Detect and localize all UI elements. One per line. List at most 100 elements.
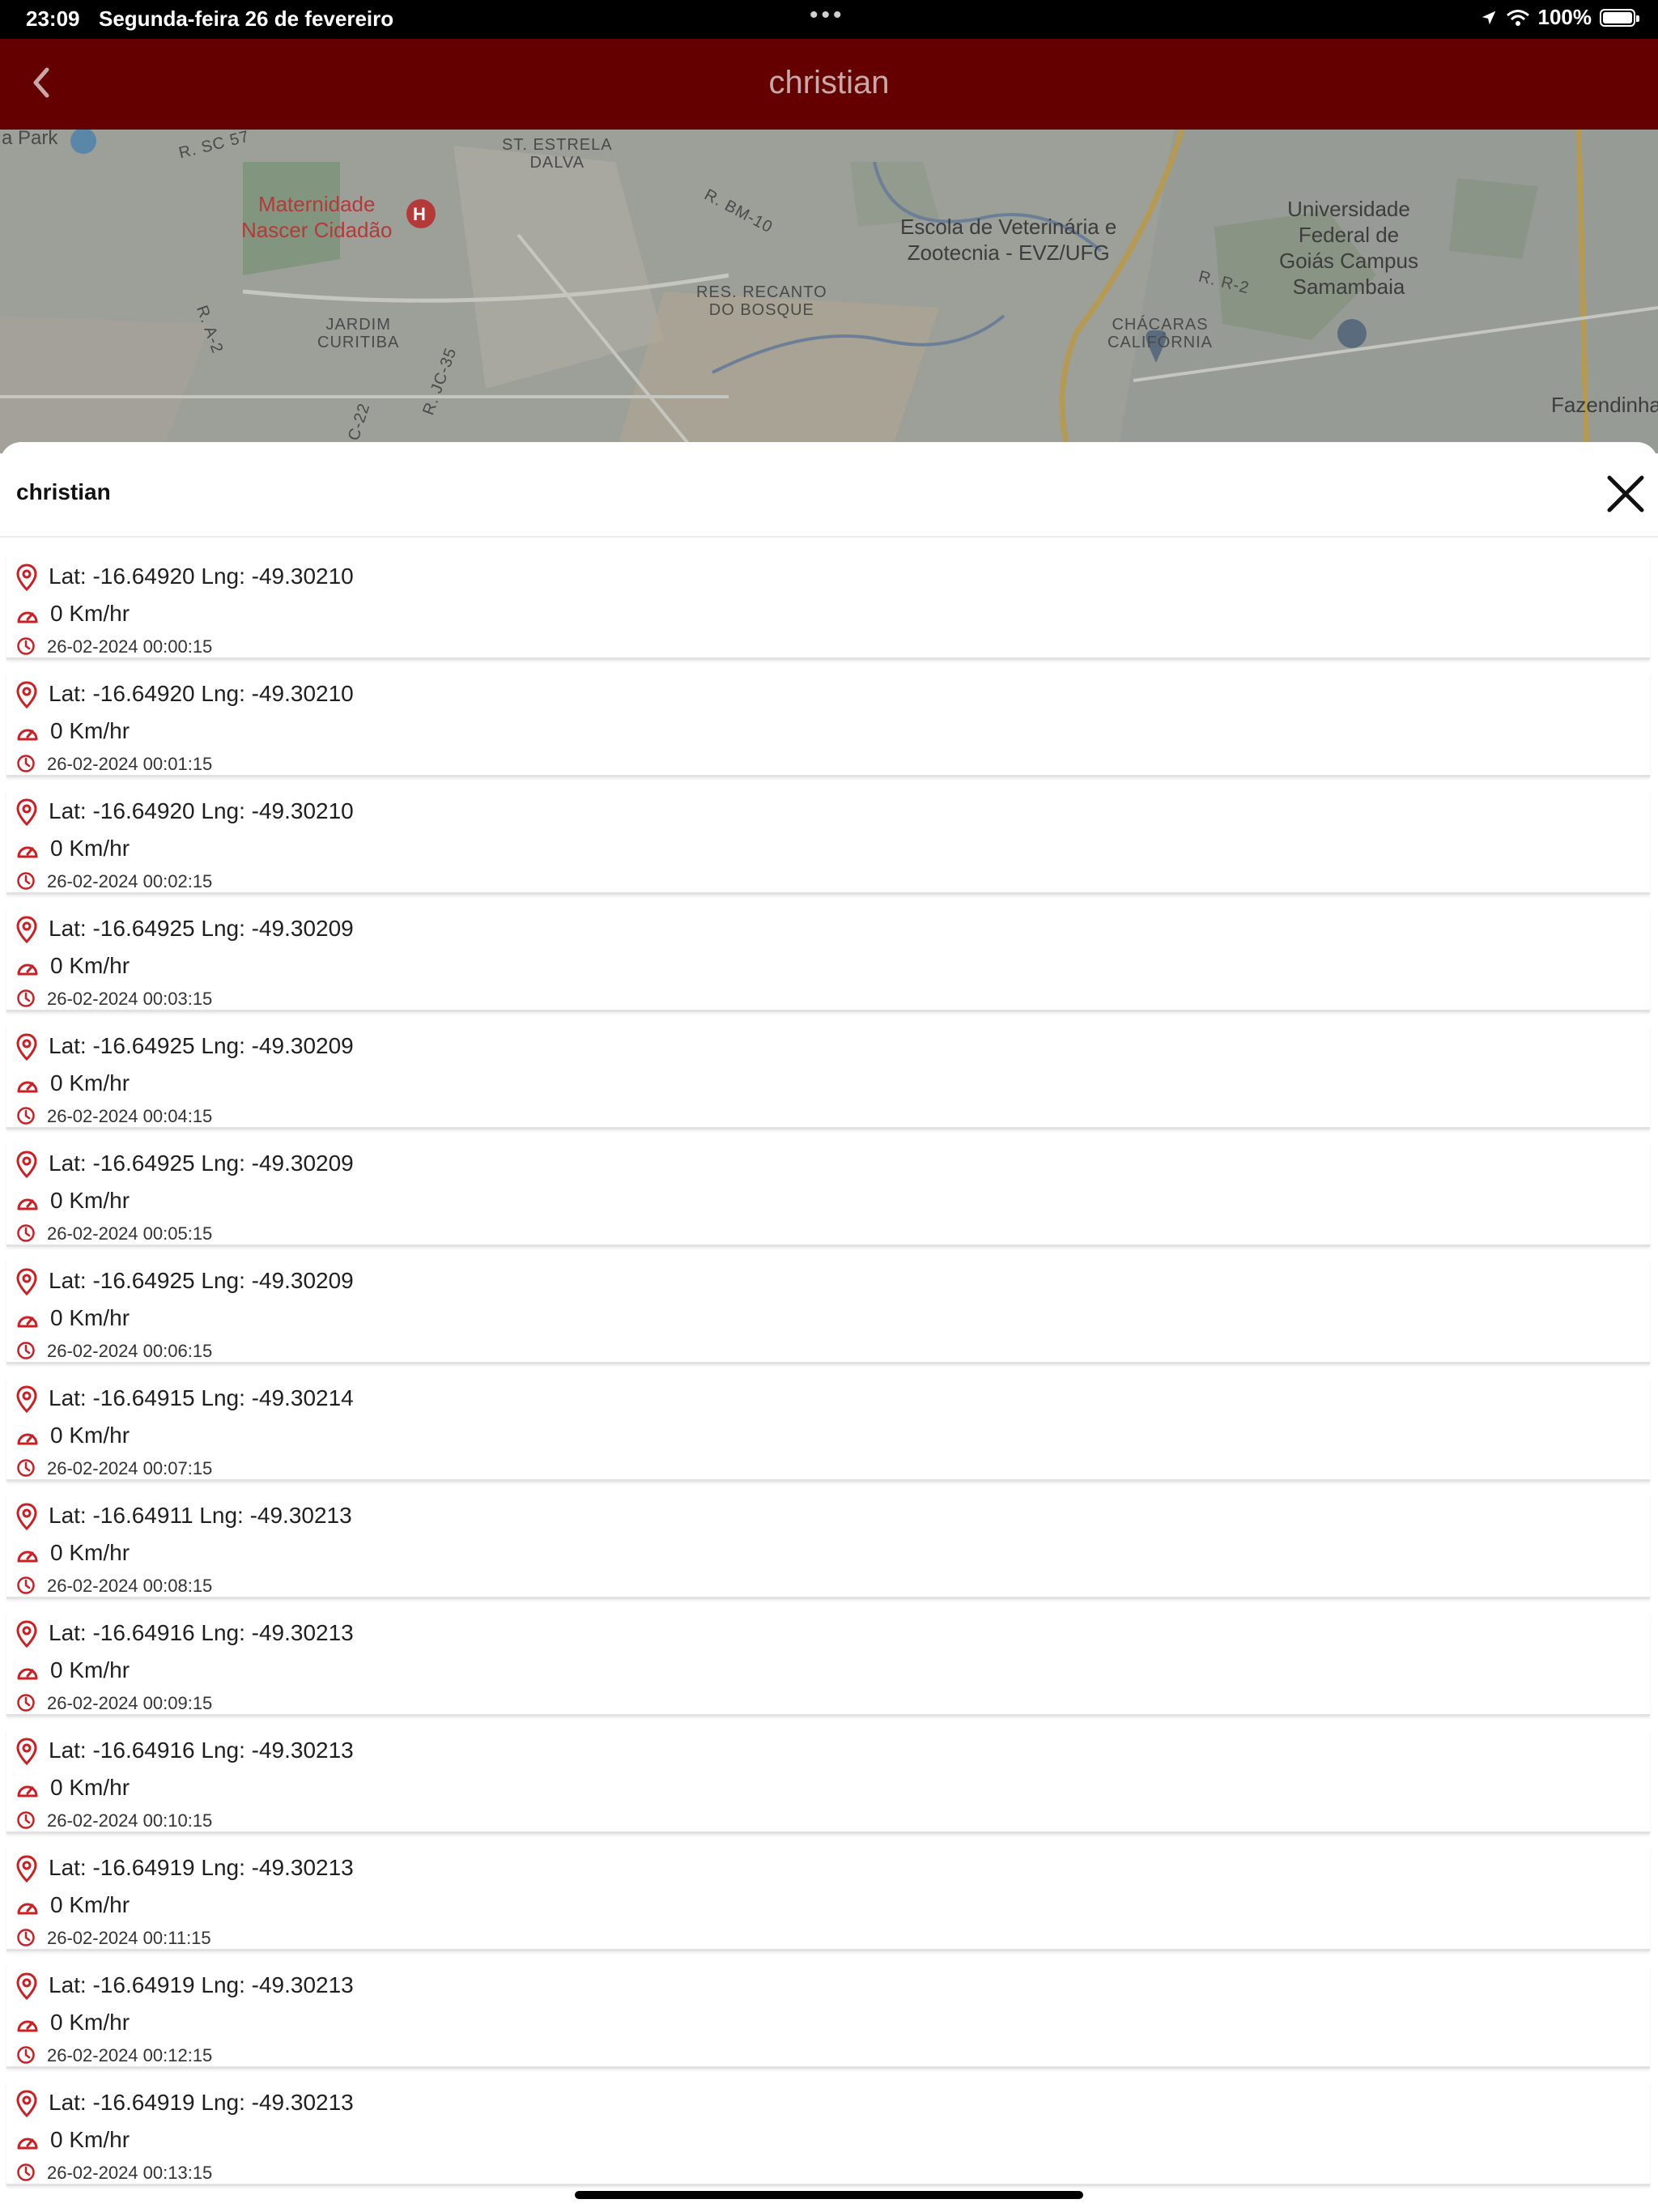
map-pin-icon	[16, 2090, 37, 2117]
map-pin-icon	[16, 1620, 37, 1648]
speed-text: 0 Km/hr	[50, 1070, 130, 1095]
list-item[interactable]: Lat: -16.64925 Lng: -49.30209 0 Km/hr 26…	[6, 908, 1650, 1012]
speedometer-icon	[17, 1903, 38, 1915]
coordinates-text: Lat: -16.64911 Lng: -49.30213	[49, 1503, 352, 1528]
speedometer-icon	[17, 611, 38, 623]
coordinates-text: Lat: -16.64925 Lng: -49.30209	[49, 1268, 354, 1293]
timestamp-text: 26-02-2024 00:13:15	[47, 2163, 213, 2183]
map-pin-icon	[16, 1972, 37, 2000]
coordinates-text: Lat: -16.64919 Lng: -49.30213	[49, 1972, 354, 1997]
list-item[interactable]: Lat: -16.64920 Lng: -49.30210 0 Km/hr 26…	[6, 555, 1650, 660]
list-item[interactable]: Lat: -16.64919 Lng: -49.30213 0 Km/hr 26…	[6, 1964, 1650, 2069]
speedometer-icon	[17, 1198, 38, 1210]
clock-icon	[17, 2046, 35, 2064]
timestamp-text: 26-02-2024 00:01:15	[47, 754, 213, 774]
clock-icon	[17, 1811, 35, 1829]
timestamp-text: 26-02-2024 00:04:15	[47, 1106, 213, 1126]
history-list[interactable]: Lat: -16.64920 Lng: -49.30210 0 Km/hr 26…	[0, 555, 1658, 2199]
speed-text: 0 Km/hr	[50, 1188, 130, 1213]
list-item[interactable]: Lat: -16.64916 Lng: -49.30213 0 Km/hr 26…	[6, 1729, 1650, 1834]
timestamp-text: 26-02-2024 00:11:15	[47, 1928, 211, 1948]
speed-text: 0 Km/hr	[50, 1540, 130, 1565]
speed-text: 0 Km/hr	[50, 953, 130, 978]
speed-text: 0 Km/hr	[50, 2127, 130, 2152]
timestamp-text: 26-02-2024 00:12:15	[47, 2045, 213, 2065]
map-pin-icon	[16, 1738, 37, 1765]
speedometer-icon	[17, 963, 38, 976]
map-pin-icon	[16, 916, 37, 943]
map-pin-icon	[16, 1268, 37, 1295]
timestamp-text: 26-02-2024 00:07:15	[47, 1458, 213, 1478]
clock-icon	[17, 1694, 35, 1712]
list-item[interactable]: Lat: -16.64925 Lng: -49.30209 0 Km/hr 26…	[6, 1025, 1650, 1129]
map-label-chacaras: CHÁCARAS CALIFÓRNIA	[1107, 316, 1214, 351]
clock-icon	[17, 755, 35, 772]
clock-icon	[17, 989, 35, 1007]
home-indicator[interactable]	[575, 2191, 1083, 2199]
close-icon[interactable]	[1605, 473, 1647, 515]
list-item[interactable]: Lat: -16.64915 Lng: -49.30214 0 Km/hr 26…	[6, 1377, 1650, 1482]
timestamp-text: 26-02-2024 00:06:15	[47, 1341, 213, 1361]
map-label-fazendinha: Fazendinha	[1551, 393, 1658, 417]
speed-text: 0 Km/hr	[50, 601, 130, 626]
coordinates-text: Lat: -16.64920 Lng: -49.30210	[49, 798, 354, 823]
speedometer-icon	[17, 1551, 38, 1563]
history-sheet: christian Lat: -16.64920 Lng: -49.30210 …	[0, 442, 1658, 2212]
speed-text: 0 Km/hr	[50, 1305, 130, 1330]
speed-text: 0 Km/hr	[50, 1775, 130, 1800]
coordinates-text: Lat: -16.64920 Lng: -49.30210	[49, 564, 354, 589]
status-indicators: 100%	[1480, 5, 1639, 30]
map-pin-icon	[16, 1033, 37, 1061]
list-item[interactable]: Lat: -16.64920 Lng: -49.30210 0 Km/hr 26…	[6, 790, 1650, 895]
speed-text: 0 Km/hr	[50, 2010, 130, 2035]
speed-text: 0 Km/hr	[50, 718, 130, 743]
map-label-recanto: RES. RECANTO DO BOSQUE	[696, 283, 827, 319]
timestamp-text: 26-02-2024 00:05:15	[47, 1223, 213, 1244]
map-view[interactable]: H a Park R. SC 57 ST. ESTRELA DALVA Mate…	[0, 130, 1658, 453]
list-item[interactable]: Lat: -16.64925 Lng: -49.30209 0 Km/hr 26…	[6, 1260, 1650, 1364]
speedometer-icon	[17, 2138, 38, 2150]
map-pin-icon	[16, 1385, 37, 1413]
list-item[interactable]: Lat: -16.64919 Lng: -49.30213 0 Km/hr 26…	[6, 2082, 1650, 2186]
map-pin-icon	[16, 1855, 37, 1882]
map-poi-maternidade: Maternidade Nascer Cidadão	[241, 192, 393, 242]
map-pin-icon	[16, 1503, 37, 1530]
speedometer-icon	[17, 729, 38, 741]
coordinates-text: Lat: -16.64925 Lng: -49.30209	[49, 1151, 354, 1176]
map-label-estrela: ST. ESTRELA DALVA	[502, 136, 613, 172]
map-label-jardim: JARDIM CURITIBA	[317, 316, 400, 351]
list-item[interactable]: Lat: -16.64916 Lng: -49.30213 0 Km/hr 26…	[6, 1612, 1650, 1716]
map-pin-icon	[16, 798, 37, 826]
map-label-park: a Park	[2, 130, 58, 149]
coordinates-text: Lat: -16.64919 Lng: -49.30213	[49, 2090, 354, 2115]
timestamp-text: 26-02-2024 00:03:15	[47, 989, 213, 1009]
clock-icon	[17, 1576, 35, 1594]
clock-icon	[17, 872, 35, 890]
coordinates-text: Lat: -16.64915 Lng: -49.30214	[49, 1385, 354, 1410]
list-item[interactable]: Lat: -16.64920 Lng: -49.30210 0 Km/hr 26…	[6, 673, 1650, 777]
clock-icon	[17, 1929, 35, 1946]
speedometer-icon	[17, 1081, 38, 1093]
speed-text: 0 Km/hr	[50, 1657, 130, 1682]
timestamp-text: 26-02-2024 00:09:15	[47, 1693, 213, 1713]
status-time: 23:09	[26, 6, 80, 31]
multitasking-dots-icon[interactable]: •••	[810, 2, 845, 29]
speedometer-icon	[17, 2020, 38, 2032]
clock-icon	[17, 1459, 35, 1477]
timestamp-text: 26-02-2024 00:08:15	[47, 1576, 213, 1596]
clock-icon	[17, 1342, 35, 1359]
list-item[interactable]: Lat: -16.64911 Lng: -49.30213 0 Km/hr 26…	[6, 1495, 1650, 1599]
coordinates-text: Lat: -16.64919 Lng: -49.30213	[49, 1855, 354, 1880]
coordinates-text: Lat: -16.64916 Lng: -49.30213	[49, 1738, 354, 1763]
list-item[interactable]: Lat: -16.64925 Lng: -49.30209 0 Km/hr 26…	[6, 1142, 1650, 1247]
clock-icon	[17, 2163, 35, 2181]
list-item[interactable]: Lat: -16.64919 Lng: -49.30213 0 Km/hr 26…	[6, 1847, 1650, 1951]
status-bar: 23:09 Segunda-feira 26 de fevereiro ••• …	[0, 0, 1658, 39]
speedometer-icon	[17, 846, 38, 858]
timestamp-text: 26-02-2024 00:10:15	[47, 1810, 213, 1831]
status-date: Segunda-feira 26 de fevereiro	[99, 6, 394, 31]
speed-text: 0 Km/hr	[50, 836, 130, 861]
speedometer-icon	[17, 1668, 38, 1680]
speed-text: 0 Km/hr	[50, 1423, 130, 1448]
map-poi-escola: Escola de Veterinária e Zootecnia - EVZ/…	[900, 215, 1117, 265]
